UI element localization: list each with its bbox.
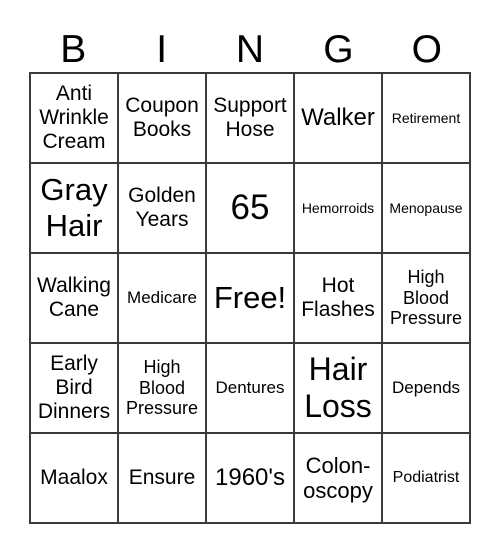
cell-text-line: Podiatrist (392, 468, 460, 486)
bingo-cell[interactable]: Golden Years (117, 162, 207, 254)
header-letter-o: O (411, 28, 442, 71)
bingo-cell[interactable]: Early Bird Dinners (29, 342, 119, 434)
bingo-cell[interactable]: Free! (205, 252, 295, 344)
bingo-cell[interactable]: Menopause (381, 162, 471, 254)
cell-text-line: 1960's (215, 464, 285, 492)
cell-text-line: Support (213, 93, 287, 117)
cell-text-line: Blood (402, 287, 450, 308)
cell-text-line: Hemorroids (301, 199, 375, 216)
cell-text-line: oscopy (303, 478, 373, 503)
cell-text-line: Cane (48, 298, 100, 321)
cell-text-line: Coupon (125, 93, 199, 117)
bingo-cell[interactable]: High Blood Pressure (117, 342, 207, 434)
bingo-grid: Anti Wrinkle Cream Coupon Books Support Hose Wa… (29, 72, 471, 524)
cell-text-line: Walking (37, 273, 111, 297)
cell-text-line: Ensure (128, 465, 196, 489)
header-letter-n: N (235, 28, 265, 71)
cell-text-line: Hair (308, 351, 368, 388)
cell-text-line: High (407, 266, 445, 287)
bingo-cell[interactable]: Walker (293, 72, 383, 164)
cell-text-line: Pressure (125, 398, 199, 419)
bingo-cell[interactable]: Colon-oscopy (293, 432, 383, 524)
bingo-cell[interactable]: Ensure (117, 432, 207, 524)
bingo-cell[interactable]: 1960's (205, 432, 295, 524)
cell-text-line: Loss (304, 388, 372, 424)
cell-text-line: Colon- (305, 452, 371, 478)
grid-row: Maalox Ensure 1960's Colon-oscopy Podiatrist (29, 432, 471, 524)
bingo-cell[interactable]: Depends (381, 342, 471, 434)
cell-text-line: 65 (230, 187, 270, 227)
cell-text-line: Hair (45, 208, 103, 243)
bingo-cell[interactable]: High Blood Pressure (381, 252, 471, 344)
cell-text-line: Menopause (389, 199, 463, 216)
cell-text-line: Books (132, 118, 192, 141)
cell-text-line: High (143, 356, 181, 377)
bingo-cell[interactable]: Medicare (117, 252, 207, 344)
cell-text-line: Medicare (127, 288, 197, 308)
header-letter-b: B (60, 28, 87, 71)
cell-text-line: Dentures (215, 378, 285, 398)
cell-text-line: Hot (321, 273, 355, 297)
bingo-cell[interactable]: Gray Hair (29, 162, 119, 254)
grid-row: Gray Hair Golden Years 65 Hemorroids Menopause (29, 162, 471, 254)
cell-text-line: Retirement (391, 109, 461, 126)
bingo-header: B I N G O (29, 28, 471, 72)
bingo-cell[interactable]: Retirement (381, 72, 471, 164)
cell-text-line: Gray (40, 172, 108, 208)
grid-row: Walking Cane Medicare Free! Hot Flashes High Bl… (29, 252, 471, 344)
bingo-cell[interactable]: Hot Flashes (293, 252, 383, 344)
bingo-cell[interactable]: Podiatrist (381, 432, 471, 524)
bingo-cell[interactable]: Hemorroids (293, 162, 383, 254)
bingo-cell[interactable]: Dentures (205, 342, 295, 434)
header-letter-g: G (323, 28, 354, 71)
cell-text-line: Depends (391, 378, 461, 398)
cell-text-line: Bird (55, 375, 93, 399)
grid-row: Early Bird Dinners High Blood Pressure Denture… (29, 342, 471, 434)
cell-text-line: Blood (138, 377, 186, 398)
cell-text-line: Golden (128, 183, 196, 207)
header-letter-i: I (156, 28, 168, 71)
cell-text-line: Dinners (37, 400, 111, 424)
cell-text-line: Walker (301, 104, 375, 132)
cell-text-line: Flashes (301, 298, 375, 321)
bingo-cell[interactable]: Walking Cane (29, 252, 119, 344)
bingo-cell[interactable]: Support Hose (205, 72, 295, 164)
cell-text-line: Hose (225, 118, 275, 141)
cell-text-line: Free! (213, 280, 287, 316)
bingo-cell[interactable]: Coupon Books (117, 72, 207, 164)
cell-text-line: Pressure (389, 308, 463, 329)
bingo-cell[interactable]: Anti Wrinkle Cream (29, 72, 119, 164)
cell-text-line: Wrinkle (39, 105, 109, 129)
bingo-cell[interactable]: Hair Loss (293, 342, 383, 434)
bingo-cell[interactable]: Maalox (29, 432, 119, 524)
cell-text-line: Cream (42, 130, 106, 154)
cell-text-line: Early (50, 351, 98, 375)
grid-row: Anti Wrinkle Cream Coupon Books Support Hose Wa… (29, 72, 471, 164)
cell-text-line: Maalox (40, 465, 108, 489)
cell-text-line: Anti (55, 81, 93, 105)
cell-text-line: Years (135, 208, 189, 231)
bingo-cell[interactable]: 65 (205, 162, 295, 254)
